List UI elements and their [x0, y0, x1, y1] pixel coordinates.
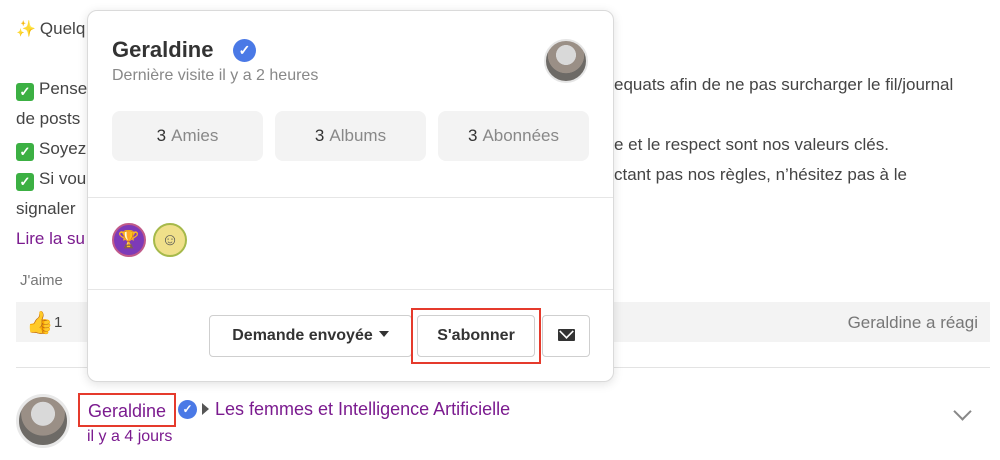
read-more-link[interactable]: Lire la su — [16, 224, 85, 254]
reacted-by-text[interactable]: Geraldine a réagi — [848, 313, 978, 333]
stat-friends[interactable]: 3 Amies — [112, 111, 263, 161]
last-visit-text: Dernière visite il y a 2 heures — [112, 67, 319, 84]
friend-request-sent-button[interactable]: Demande envoyée — [209, 315, 412, 357]
chevron-down-icon[interactable] — [953, 402, 972, 421]
check-icon: ✓ — [16, 173, 34, 191]
check-icon: ✓ — [16, 83, 34, 101]
stat-label: Albums — [329, 126, 387, 145]
caret-right-icon — [202, 403, 209, 415]
post-line: signaler — [16, 194, 76, 224]
subscribe-button[interactable]: S'abonner — [417, 315, 535, 357]
reaction-count: 1 — [54, 314, 63, 331]
post-line-text: Quelq — [39, 19, 86, 38]
smiley-badge-icon[interactable]: ☺ — [153, 223, 187, 257]
post-line-text: Soyez — [39, 139, 87, 158]
sparkles-icon: ✨ — [16, 21, 36, 38]
post-line-text: Si vou — [39, 169, 87, 188]
post-timestamp[interactable]: il y a 4 jours — [87, 428, 172, 446]
like-button[interactable]: J'aime — [20, 272, 63, 289]
thumbs-up-icon[interactable]: 👍 — [26, 310, 53, 336]
divider — [88, 289, 613, 290]
stat-label: Abonnées — [482, 126, 560, 145]
post-line-text: de posts — [16, 109, 81, 128]
stat-followers[interactable]: 3 Abonnées — [438, 111, 589, 161]
post-line-fragment: equats afin de ne pas surcharger le fil/… — [614, 75, 954, 94]
stat-count: 3 — [156, 126, 167, 145]
stat-label: Amies — [171, 126, 219, 145]
caret-down-icon — [378, 331, 389, 337]
button-label: Demande envoyée — [232, 327, 373, 344]
profile-hover-card: Geraldine ✓ Dernière visite il y a 2 heu… — [87, 10, 614, 382]
trophy-badge-icon[interactable]: 🏆 — [112, 223, 146, 257]
stat-albums[interactable]: 3 Albums — [275, 111, 426, 161]
post-line-fragment: ctant pas nos règles, n’hésitez pas à le — [614, 165, 907, 184]
group-link[interactable]: Les femmes et Intelligence Artificielle — [215, 399, 510, 420]
profile-avatar[interactable] — [544, 39, 588, 83]
stat-count: 3 — [467, 126, 478, 145]
post-line-text: Pense — [39, 79, 88, 98]
envelope-icon — [557, 329, 575, 341]
verified-icon: ✓ — [233, 39, 256, 62]
post-line-text: signaler — [16, 199, 76, 218]
profile-name[interactable]: Geraldine — [112, 37, 213, 63]
post-line: ✓ Soyez — [16, 134, 86, 164]
divider — [88, 197, 613, 198]
post-line: de posts — [16, 104, 80, 134]
stat-count: 3 — [314, 126, 325, 145]
verified-icon: ✓ — [178, 400, 197, 419]
post-line: ✓ Si vou — [16, 164, 86, 194]
post-line: ✨ Quelq — [16, 14, 85, 45]
post-line-fragment: e et le respect sont nos valeurs clés. — [614, 135, 889, 154]
author-name-link[interactable]: Geraldine — [78, 393, 177, 427]
message-button[interactable] — [542, 315, 590, 357]
check-icon: ✓ — [16, 143, 34, 161]
post-line: ✓ Pense — [16, 74, 87, 104]
avatar[interactable] — [16, 394, 70, 448]
